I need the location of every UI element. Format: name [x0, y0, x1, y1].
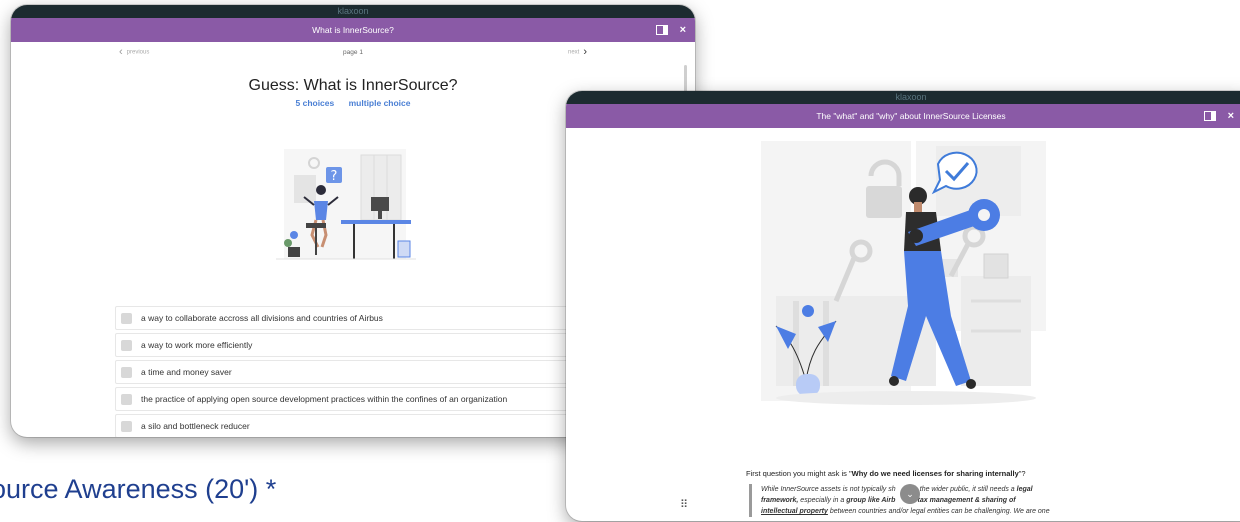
window-titlebar: The "what" and "why" about InnerSource L… — [566, 104, 1240, 128]
checkbox[interactable] — [121, 420, 132, 432]
pagination-bar: ‹ previous page 1 next › — [11, 42, 695, 62]
window-title: What is InnerSource? — [312, 25, 394, 35]
layout-toggle-icon[interactable] — [1203, 111, 1216, 121]
window-topbar: klaxoon — [11, 5, 695, 18]
checkbox[interactable] — [121, 366, 132, 378]
checkbox[interactable] — [121, 393, 132, 405]
scroll-down-icon[interactable]: ⌄ — [900, 484, 920, 504]
presentation-slide: rSource Awareness (20') * klaxoon What i… — [0, 0, 1240, 522]
window-titlebar: What is InnerSource? × — [11, 18, 695, 42]
quiz-type: multiple choice — [348, 98, 411, 108]
close-icon[interactable]: × — [680, 24, 686, 36]
question-text: First question you might ask is "Why do … — [746, 469, 1026, 478]
slide-title: rSource Awareness (20') * — [0, 474, 277, 504]
page-indicator: page 1 — [343, 48, 363, 56]
checkbox[interactable] — [121, 339, 132, 351]
thinking-woman-illustration: ? — [276, 149, 416, 260]
choices-count: 5 choices — [295, 98, 335, 108]
layout-toggle-icon[interactable] — [655, 25, 668, 35]
licenses-window: klaxoon The "what" and "why" about Inner… — [566, 91, 1240, 521]
woman-holding-key-illustration — [761, 141, 1046, 405]
checkbox[interactable] — [121, 312, 132, 324]
grid-menu-icon[interactable]: ⠿ — [680, 498, 688, 511]
svg-text:?: ? — [331, 169, 338, 184]
close-icon[interactable]: × — [1228, 110, 1234, 122]
window-title: The "what" and "why" about InnerSource L… — [816, 111, 1006, 121]
window-topbar: klaxoon — [566, 91, 1240, 104]
